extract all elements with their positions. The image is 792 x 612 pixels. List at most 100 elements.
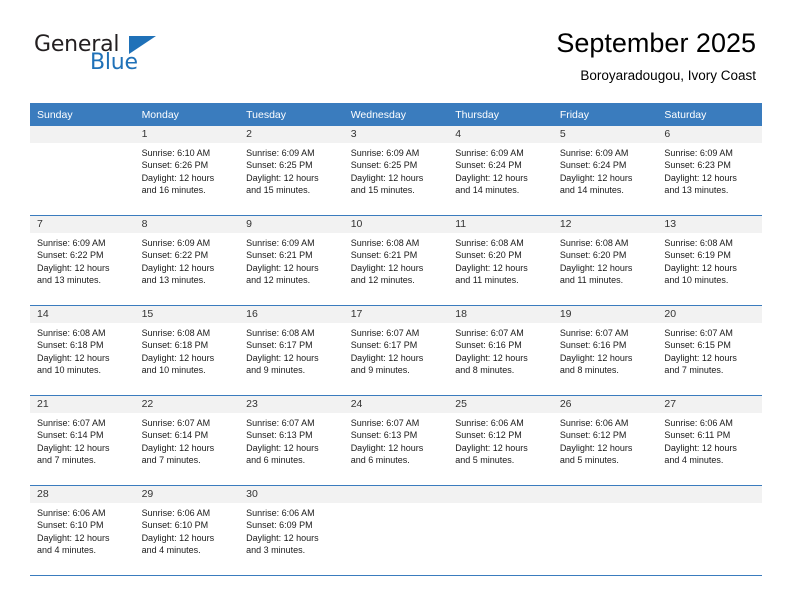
day-cell-3[interactable]: 3 Sunrise: 6:09 AM Sunset: 6:25 PM Daylight… [343, 126, 449, 216]
day-number: 27 [657, 396, 762, 413]
day-cell-9[interactable]: 9 Sunrise: 6:09 AM Sunset: 6:21 PM Daylight… [239, 216, 344, 306]
day-detail-line: and 9 minutes. [246, 365, 306, 376]
day-detail-line: Sunset: 6:16 PM [559, 340, 627, 351]
day-details: Sunrise: 6:07 AM Sunset: 6:17 PM Daylight:… [344, 323, 449, 377]
day-cell-24[interactable]: 24 Sunrise: 6:07 AM Sunset: 6:13 PM Dayligh… [343, 396, 449, 486]
day-cell-4[interactable]: 4 Sunrise: 6:09 AM Sunset: 6:24 PM Daylight… [448, 126, 553, 216]
day-detail-line: Daylight: 12 hours [141, 532, 215, 543]
day-details: Sunrise: 6:08 AM Sunset: 6:17 PM Daylight:… [239, 323, 344, 377]
day-cell-28[interactable]: 28 Sunrise: 6:06 AM Sunset: 6:10 PM Dayligh… [30, 486, 135, 576]
day-detail-line: Daylight: 12 hours [455, 262, 528, 273]
day-cell-18[interactable]: 18 Sunrise: 6:07 AM Sunset: 6:16 PM Dayligh… [448, 306, 553, 396]
day-detail-line: and 14 minutes. [559, 185, 624, 196]
day-detail-line: Daylight: 12 hours [350, 352, 424, 363]
day-cell-14[interactable]: 14 Sunrise: 6:08 AM Sunset: 6:18 PM Dayligh… [30, 306, 135, 396]
day-details: Sunrise: 6:08 AM Sunset: 6:18 PM Daylight:… [30, 323, 135, 377]
day-detail-line: and 12 minutes. [246, 275, 311, 286]
day-cell-11[interactable]: 11 Sunrise: 6:08 AM Sunset: 6:20 PM Dayligh… [448, 216, 553, 306]
day-details: Sunrise: 6:08 AM Sunset: 6:19 PM Daylight:… [657, 233, 762, 287]
calendar-cell: 5 Sunrise: 6:09 AM Sunset: 6:24 PM Daylight… [552, 126, 658, 216]
day-cell-6[interactable]: 6 Sunrise: 6:09 AM Sunset: 6:23 PM Daylight… [657, 126, 762, 216]
day-cell-13[interactable]: 13 Sunrise: 6:08 AM Sunset: 6:19 PM Dayligh… [657, 216, 762, 306]
day-details: Sunrise: 6:07 AM Sunset: 6:16 PM Daylight:… [448, 323, 553, 377]
day-cell-15[interactable]: 15 Sunrise: 6:08 AM Sunset: 6:18 PM Dayligh… [134, 306, 240, 396]
day-number: 25 [448, 396, 553, 413]
calendar-week-row: 21 Sunrise: 6:07 AM Sunset: 6:14 PM Dayligh… [30, 396, 762, 486]
day-number: 22 [134, 396, 240, 413]
day-cell-2[interactable]: 2 Sunrise: 6:09 AM Sunset: 6:25 PM Daylight… [239, 126, 344, 216]
day-cell-10[interactable]: 10 Sunrise: 6:08 AM Sunset: 6:21 PM Dayligh… [343, 216, 449, 306]
weekday-header-wednesday: Wednesday [343, 103, 449, 126]
day-detail-line: Sunrise: 6:08 AM [37, 328, 106, 338]
day-cell-21[interactable]: 21 Sunrise: 6:07 AM Sunset: 6:14 PM Dayligh… [30, 396, 135, 486]
day-number: 14 [30, 306, 135, 323]
calendar-cell: 11 Sunrise: 6:08 AM Sunset: 6:20 PM Dayligh… [448, 216, 553, 306]
day-details: Sunrise: 6:07 AM Sunset: 6:14 PM Daylight:… [30, 413, 135, 467]
calendar-cell: 1 Sunrise: 6:10 AM Sunset: 6:26 PM Daylight… [134, 126, 240, 216]
day-detail-line: Sunset: 6:12 PM [559, 430, 627, 441]
day-details: Sunrise: 6:09 AM Sunset: 6:24 PM Daylight:… [553, 143, 658, 197]
day-cell-19[interactable]: 19 Sunrise: 6:07 AM Sunset: 6:16 PM Dayligh… [552, 306, 658, 396]
day-detail-line: Daylight: 12 hours [350, 172, 424, 183]
day-detail-line: and 15 minutes. [246, 185, 311, 196]
day-cell-8[interactable]: 8 Sunrise: 6:09 AM Sunset: 6:22 PM Daylight… [134, 216, 240, 306]
day-detail-line: Sunrise: 6:10 AM [141, 148, 211, 158]
day-cell-22[interactable]: 22 Sunrise: 6:07 AM Sunset: 6:14 PM Dayligh… [134, 396, 240, 486]
day-detail-line: Daylight: 12 hours [141, 442, 215, 453]
day-detail-line: Sunset: 6:17 PM [246, 340, 313, 351]
day-detail-line: Daylight: 12 hours [37, 532, 110, 543]
day-cell-27[interactable]: 27 Sunrise: 6:06 AM Sunset: 6:11 PM Dayligh… [657, 396, 762, 486]
day-detail-line: Sunrise: 6:06 AM [664, 418, 733, 428]
calendar-cell: 29 Sunrise: 6:06 AM Sunset: 6:10 PM Dayligh… [134, 486, 240, 576]
day-detail-line: Sunrise: 6:09 AM [350, 148, 420, 158]
day-detail-line: Sunset: 6:14 PM [37, 430, 104, 441]
calendar-cell: 14 Sunrise: 6:08 AM Sunset: 6:18 PM Dayligh… [30, 306, 135, 396]
day-cell-29[interactable]: 29 Sunrise: 6:06 AM Sunset: 6:10 PM Dayligh… [134, 486, 240, 576]
day-detail-line: Sunrise: 6:06 AM [455, 418, 524, 428]
calendar-week-row: 28 Sunrise: 6:06 AM Sunset: 6:10 PM Dayligh… [30, 486, 762, 576]
calendar-page: General Blue September 2025 Boroyaradoug… [0, 0, 792, 612]
day-cell-empty [448, 486, 553, 576]
day-details: Sunrise: 6:06 AM Sunset: 6:10 PM Daylight:… [30, 503, 135, 557]
day-detail-line: and 13 minutes. [141, 275, 206, 286]
day-number [448, 486, 553, 503]
day-number: 13 [657, 216, 762, 233]
day-cell-30[interactable]: 30 Sunrise: 6:06 AM Sunset: 6:09 PM Dayligh… [239, 486, 344, 576]
day-detail-line: Daylight: 12 hours [37, 352, 110, 363]
day-cell-5[interactable]: 5 Sunrise: 6:09 AM Sunset: 6:24 PM Daylight… [552, 126, 658, 216]
day-cell-26[interactable]: 26 Sunrise: 6:06 AM Sunset: 6:12 PM Dayligh… [552, 396, 658, 486]
day-detail-line: Daylight: 12 hours [664, 352, 737, 363]
day-details: Sunrise: 6:07 AM Sunset: 6:13 PM Daylight:… [239, 413, 344, 467]
day-detail-line: Daylight: 12 hours [246, 172, 319, 183]
day-detail-line: Daylight: 12 hours [664, 262, 737, 273]
day-detail-line: Daylight: 12 hours [664, 442, 737, 453]
day-details: Sunrise: 6:09 AM Sunset: 6:22 PM Daylight:… [135, 233, 240, 287]
day-number [30, 126, 135, 143]
day-number: 30 [239, 486, 344, 503]
day-cell-17[interactable]: 17 Sunrise: 6:07 AM Sunset: 6:17 PM Dayligh… [343, 306, 449, 396]
day-detail-line: and 5 minutes. [455, 455, 515, 466]
day-detail-line: Sunset: 6:13 PM [246, 430, 313, 441]
day-cell-23[interactable]: 23 Sunrise: 6:07 AM Sunset: 6:13 PM Dayligh… [239, 396, 344, 486]
day-cell-25[interactable]: 25 Sunrise: 6:06 AM Sunset: 6:12 PM Dayligh… [448, 396, 553, 486]
calendar-cell: 13 Sunrise: 6:08 AM Sunset: 6:19 PM Dayligh… [657, 216, 762, 306]
general-blue-logo: General Blue [34, 32, 214, 82]
day-cell-12[interactable]: 12 Sunrise: 6:08 AM Sunset: 6:20 PM Dayligh… [552, 216, 658, 306]
day-details: Sunrise: 6:09 AM Sunset: 6:23 PM Daylight:… [657, 143, 762, 197]
day-detail-line: Sunrise: 6:06 AM [246, 508, 315, 518]
day-detail-line: Sunrise: 6:07 AM [350, 328, 420, 338]
day-detail-line: Sunrise: 6:09 AM [455, 148, 524, 158]
day-number: 16 [239, 306, 344, 323]
day-detail-line: and 5 minutes. [559, 455, 619, 466]
day-number: 18 [448, 306, 553, 323]
weekday-header-row: Sunday Monday Tuesday Wednesday Thursday Frid… [30, 103, 762, 126]
day-details: Sunrise: 6:08 AM Sunset: 6:20 PM Daylight:… [553, 233, 658, 287]
calendar-cell [448, 486, 553, 576]
day-cell-20[interactable]: 20 Sunrise: 6:07 AM Sunset: 6:15 PM Dayligh… [657, 306, 762, 396]
day-cell-1[interactable]: 1 Sunrise: 6:10 AM Sunset: 6:26 PM Daylight… [134, 126, 240, 216]
day-detail-line: Sunrise: 6:09 AM [246, 238, 315, 248]
day-cell-7[interactable]: 7 Sunrise: 6:09 AM Sunset: 6:22 PM Daylight… [30, 216, 135, 306]
day-cell-16[interactable]: 16 Sunrise: 6:08 AM Sunset: 6:17 PM Dayligh… [239, 306, 344, 396]
day-detail-line: Sunset: 6:20 PM [559, 250, 627, 261]
day-detail-line: and 10 minutes. [664, 275, 729, 286]
